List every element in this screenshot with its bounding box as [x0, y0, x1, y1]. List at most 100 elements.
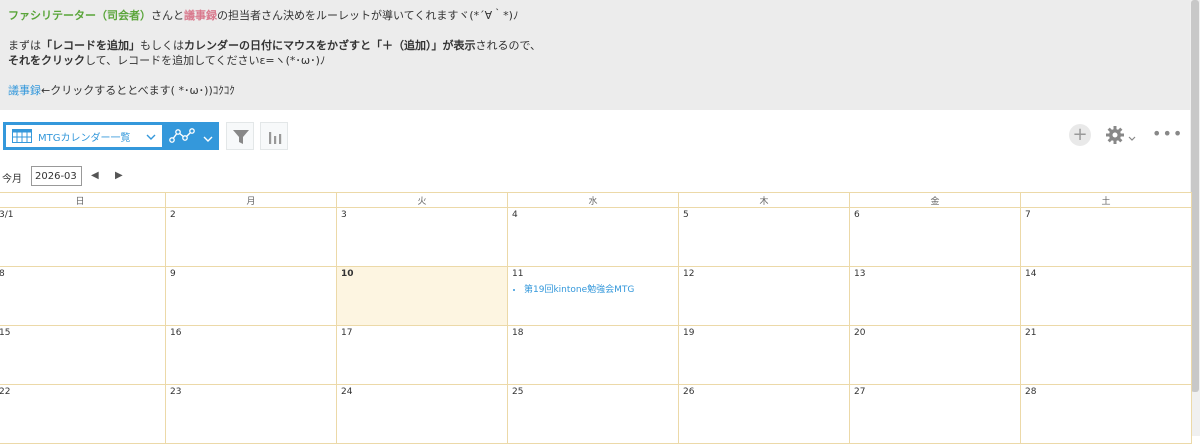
graph-view-icon[interactable]: [169, 128, 195, 147]
day-cell-today[interactable]: 10: [336, 266, 508, 326]
event-list: 第19回kintone勉強会MTG: [512, 282, 678, 295]
day-cell[interactable]: 27: [849, 384, 1021, 444]
day-number: 8: [0, 269, 5, 279]
day-number: 14: [1025, 269, 1037, 279]
view-label: MTGカレンダー一覧: [38, 133, 131, 144]
weekday-thursday: 木: [678, 192, 850, 208]
day-number: 9: [170, 269, 176, 279]
notice-bold-text: 「レコードを追加」: [41, 39, 140, 52]
day-number: 23: [170, 387, 182, 397]
day-cell[interactable]: 20: [849, 325, 1021, 385]
calendar-week: 15 16 17 18 19 20 21: [0, 325, 1192, 385]
weekday-saturday: 土: [1020, 192, 1192, 208]
day-cell[interactable]: 3: [336, 207, 508, 267]
day-number: 16: [170, 328, 182, 338]
notice-text: して、レコードを追加してくださいε=ヽ(*･ω･)ﾉ: [85, 54, 326, 67]
day-number: 13: [854, 269, 866, 279]
day-cell[interactable]: 21: [1020, 325, 1192, 385]
day-cell[interactable]: 16: [165, 325, 337, 385]
weekday-tuesday: 火: [336, 192, 508, 208]
day-cell[interactable]: 22: [0, 384, 166, 444]
day-number: 5: [683, 210, 689, 220]
weekday-sunday: 日: [0, 192, 166, 208]
day-cell[interactable]: 11 第19回kintone勉強会MTG: [507, 266, 679, 326]
scrollbar-thumb[interactable]: [1191, 0, 1199, 392]
month-input[interactable]: [31, 166, 82, 186]
day-number: 28: [1025, 387, 1037, 397]
view-dropdown[interactable]: MTGカレンダー一覧: [6, 125, 162, 147]
filter-button[interactable]: [226, 122, 254, 150]
day-number: 19: [683, 328, 695, 338]
day-number: 6: [854, 210, 860, 220]
day-number: 25: [512, 387, 524, 397]
view-toolbar: MTGカレンダー一覧 + •••: [0, 110, 1190, 162]
plus-icon: +: [1072, 124, 1088, 145]
day-cell[interactable]: 15: [0, 325, 166, 385]
day-cell[interactable]: 23: [165, 384, 337, 444]
day-cell[interactable]: 24: [336, 384, 508, 444]
event-item[interactable]: 第19回kintone勉強会MTG: [524, 282, 678, 295]
this-month-button[interactable]: 今月: [2, 170, 22, 185]
day-number: 12: [683, 269, 695, 279]
notice-text: の担当者さん決めをルーレットが導いてくれますヾ(*´∀｀*)ﾉ: [217, 9, 519, 22]
day-number: 20: [854, 328, 866, 338]
weekday-friday: 金: [849, 192, 1021, 208]
notice-bold-text: それをクリック: [8, 54, 85, 67]
day-number: 3/1: [0, 210, 14, 220]
day-cell[interactable]: 4: [507, 207, 679, 267]
notice-line-3: それをクリックして、レコードを追加してくださいε=ヽ(*･ω･)ﾉ: [8, 53, 1182, 68]
day-cell[interactable]: 26: [678, 384, 850, 444]
minutes-link[interactable]: 議事録: [8, 84, 41, 97]
day-cell[interactable]: 7: [1020, 207, 1192, 267]
month-navigation: 今月 ◀ ▶: [0, 166, 300, 188]
chevron-down-icon[interactable]: [1128, 132, 1136, 145]
gear-icon[interactable]: [1105, 125, 1125, 148]
day-number: 21: [1025, 328, 1037, 338]
day-number: 18: [512, 328, 524, 338]
day-cell[interactable]: 8: [0, 266, 166, 326]
notice-line-4: 議事録←クリックするととべます( *･ω･))ｺｸｺｸ: [8, 83, 1182, 98]
add-record-button[interactable]: +: [1069, 124, 1091, 146]
more-options-button[interactable]: •••: [1152, 126, 1183, 142]
notice-line-1: ファシリテーター（司会者）さんと議事録の担当者さん決めをルーレットが導いてくれま…: [8, 8, 1182, 23]
day-cell[interactable]: 6: [849, 207, 1021, 267]
day-cell[interactable]: 9: [165, 266, 337, 326]
day-cell[interactable]: 25: [507, 384, 679, 444]
month-calendar: 日 月 火 水 木 金 土 3/1 2 3 4 5 6 7 8 9 10 11 …: [0, 192, 1192, 444]
day-cell[interactable]: 28: [1020, 384, 1192, 444]
day-number: 27: [854, 387, 866, 397]
chevron-down-icon[interactable]: [203, 133, 213, 146]
notice-text: まずは: [8, 39, 41, 52]
notice-text: ←クリックするととべます( *･ω･))ｺｸｺｸ: [41, 84, 235, 97]
minutes-text: 議事録: [184, 9, 217, 22]
day-cell[interactable]: 18: [507, 325, 679, 385]
day-cell[interactable]: 19: [678, 325, 850, 385]
notice-bold-text: カレンダーの日付にマウスをかざすと「＋（追加）」が表示: [184, 39, 476, 52]
day-cell[interactable]: 5: [678, 207, 850, 267]
notice-line-2: まずは「レコードを追加」もしくはカレンダーの日付にマウスをかざすと「＋（追加）」…: [8, 38, 1182, 53]
day-number: 10: [341, 269, 354, 279]
prev-month-button[interactable]: ◀: [91, 170, 99, 181]
next-month-button[interactable]: ▶: [115, 170, 123, 181]
graph-button[interactable]: [260, 122, 288, 150]
day-cell[interactable]: 3/1: [0, 207, 166, 267]
day-cell[interactable]: 17: [336, 325, 508, 385]
calendar-week: 8 9 10 11 第19回kintone勉強会MTG 12 13 14: [0, 266, 1192, 326]
notice-text: さんと: [151, 9, 184, 22]
day-number: 24: [341, 387, 353, 397]
weekday-wednesday: 水: [507, 192, 679, 208]
calendar-week: 22 23 24 25 26 27 28: [0, 384, 1192, 444]
chevron-down-icon: [146, 131, 156, 144]
day-number: 17: [341, 328, 353, 338]
day-cell[interactable]: 14: [1020, 266, 1192, 326]
day-number: 4: [512, 210, 518, 220]
day-cell[interactable]: 2: [165, 207, 337, 267]
day-number: 15: [0, 328, 11, 338]
weekday-header: 日 月 火 水 木 金 土: [0, 192, 1192, 208]
day-cell[interactable]: 13: [849, 266, 1021, 326]
day-number: 3: [341, 210, 347, 220]
day-cell[interactable]: 12: [678, 266, 850, 326]
notice-text: もしくは: [140, 39, 184, 52]
calendar-view-icon: [12, 129, 32, 146]
day-number: 7: [1025, 210, 1031, 220]
